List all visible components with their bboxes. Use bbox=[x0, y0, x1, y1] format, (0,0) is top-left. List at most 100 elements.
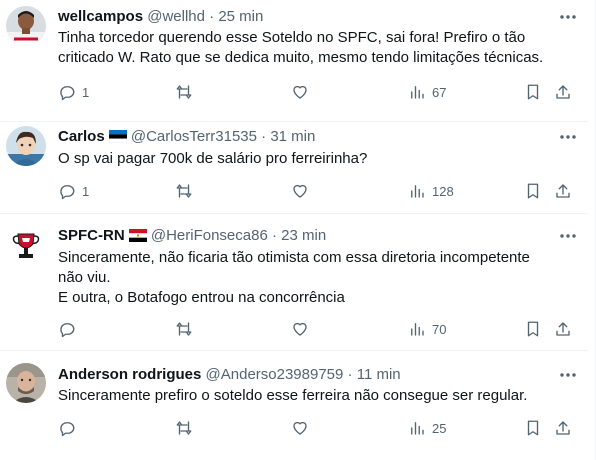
tweet-actions: 1 67 bbox=[58, 82, 578, 102]
separator-dot: · bbox=[271, 227, 277, 244]
timestamp[interactable]: 31 min bbox=[270, 128, 315, 145]
retweet-button[interactable] bbox=[175, 418, 193, 438]
tweet-header: Anderson rodrigues @Anderso23989759 · 11… bbox=[58, 365, 401, 385]
tweet-actions: 1 128 bbox=[58, 181, 578, 201]
reply-icon bbox=[60, 323, 75, 338]
bookmark-button[interactable] bbox=[524, 319, 542, 339]
tweet-text: Sinceramente, não ficaria tão otimista c… bbox=[58, 248, 573, 308]
more-icon[interactable] bbox=[558, 226, 578, 246]
separator-dot: · bbox=[347, 366, 353, 383]
views-button[interactable]: 67 bbox=[408, 82, 446, 102]
tweet-header: SPFC-RN @HeriFonseca86 · 23 min bbox=[58, 226, 326, 248]
display-name[interactable]: SPFC-RN bbox=[58, 227, 125, 244]
retweet-icon bbox=[176, 322, 192, 336]
views-icon bbox=[411, 86, 424, 99]
views-button[interactable]: 128 bbox=[408, 181, 454, 201]
separator-dot: · bbox=[261, 128, 267, 145]
share-button[interactable] bbox=[554, 418, 572, 438]
avatar[interactable] bbox=[6, 363, 46, 403]
tweet-text-line: criticado W. Rato que se dedica muito, m… bbox=[58, 49, 544, 66]
tweet-text: O sp vai pagar 700k de salário pro ferre… bbox=[58, 149, 573, 169]
replies-feed: wellcampos @wellhd · 25 min Tinha torced… bbox=[0, 0, 596, 460]
bookmark-button[interactable] bbox=[524, 181, 542, 201]
bookmark-button[interactable] bbox=[524, 418, 542, 438]
tweet-text: Tinha torcedor querendo esse Soteldo no … bbox=[58, 28, 573, 68]
user-handle[interactable]: @HeriFonseca86 bbox=[151, 227, 268, 244]
like-button[interactable] bbox=[291, 181, 309, 201]
timestamp[interactable]: 11 min bbox=[357, 366, 401, 383]
like-icon bbox=[293, 85, 307, 99]
reply-count: 1 bbox=[82, 183, 90, 199]
tweet-text-line: E outra, o Botafogo entrou na concorrênc… bbox=[58, 289, 345, 306]
user-handle[interactable]: @Anderso23989759 bbox=[206, 366, 344, 383]
like-icon bbox=[293, 184, 307, 198]
user-handle[interactable]: @wellhd bbox=[147, 8, 205, 25]
views-count: 25 bbox=[432, 420, 447, 436]
user-handle[interactable]: @CarlosTerr31535 bbox=[131, 128, 257, 145]
views-button[interactable]: 25 bbox=[408, 418, 446, 438]
reply-icon bbox=[60, 86, 75, 101]
views-count: 128 bbox=[432, 183, 454, 199]
reply-icon bbox=[60, 185, 75, 200]
reply-button[interactable]: 1 bbox=[58, 82, 89, 102]
share-button[interactable] bbox=[554, 181, 572, 201]
display-name[interactable]: Carlos bbox=[58, 128, 105, 145]
like-icon bbox=[293, 322, 307, 336]
reply-button[interactable]: 1 bbox=[58, 181, 89, 201]
timestamp[interactable]: 25 min bbox=[218, 8, 263, 25]
tweet[interactable]: wellcampos @wellhd · 25 min Tinha torced… bbox=[0, 0, 588, 122]
retweet-button[interactable] bbox=[175, 82, 193, 102]
tweet-actions: 70 bbox=[58, 319, 578, 339]
separator-dot: · bbox=[209, 8, 215, 25]
avatar[interactable] bbox=[6, 6, 46, 46]
tweet-text: Sinceramente prefiro o soteldo esse ferr… bbox=[58, 386, 573, 406]
tweet[interactable]: Anderson rodrigues @Anderso23989759 · 11… bbox=[0, 351, 588, 460]
more-icon[interactable] bbox=[558, 127, 578, 147]
retweet-icon bbox=[176, 421, 192, 435]
like-button[interactable] bbox=[291, 319, 309, 339]
views-button[interactable]: 70 bbox=[408, 319, 446, 339]
avatar[interactable] bbox=[6, 226, 46, 266]
tweet-text-line: Sinceramente prefiro o soteldo esse ferr… bbox=[58, 387, 528, 404]
bookmark-button[interactable] bbox=[524, 82, 542, 102]
views-count: 67 bbox=[432, 84, 447, 100]
tweet-text-line: O sp vai pagar 700k de salário pro ferre… bbox=[58, 150, 368, 167]
share-icon bbox=[556, 421, 570, 435]
reply-icon bbox=[60, 422, 75, 437]
egypt-flag-icon bbox=[128, 228, 147, 248]
like-button[interactable] bbox=[291, 418, 309, 438]
views-icon bbox=[411, 422, 424, 435]
tweet[interactable]: SPFC-RN @HeriFonseca86 · 23 min Sinceram… bbox=[0, 214, 588, 351]
more-icon[interactable] bbox=[558, 365, 578, 385]
display-name[interactable]: wellcampos bbox=[58, 8, 143, 25]
share-button[interactable] bbox=[554, 319, 572, 339]
reply-count: 1 bbox=[82, 84, 90, 100]
retweet-icon bbox=[176, 184, 192, 198]
reply-button[interactable] bbox=[58, 319, 76, 339]
more-icon[interactable] bbox=[558, 7, 578, 27]
views-icon bbox=[411, 323, 424, 336]
retweet-button[interactable] bbox=[175, 319, 193, 339]
retweet-button[interactable] bbox=[175, 181, 193, 201]
avatar[interactable] bbox=[6, 126, 46, 166]
bookmark-icon bbox=[527, 321, 539, 337]
tweet-text-line: Sinceramente, não ficaria tão otimista c… bbox=[58, 249, 530, 266]
tweet-header: wellcampos @wellhd · 25 min bbox=[58, 7, 263, 27]
tweet-text-line: não viu. bbox=[58, 269, 111, 286]
tweet-text-line: Tinha torcedor querendo esse Soteldo no … bbox=[58, 29, 526, 46]
views-count: 70 bbox=[432, 321, 447, 337]
share-icon bbox=[556, 85, 570, 99]
like-button[interactable] bbox=[291, 82, 309, 102]
tweet-header: Carlos @CarlosTerr31535 · 31 min bbox=[58, 127, 315, 149]
timestamp[interactable]: 23 min bbox=[281, 227, 326, 244]
share-button[interactable] bbox=[554, 82, 572, 102]
views-icon bbox=[411, 185, 424, 198]
share-icon bbox=[556, 322, 570, 336]
retweet-icon bbox=[176, 85, 192, 99]
tweet[interactable]: Carlos @CarlosTerr31535 · 31 min O sp va… bbox=[0, 122, 588, 214]
display-name[interactable]: Anderson rodrigues bbox=[58, 366, 201, 383]
bookmark-icon bbox=[527, 420, 539, 436]
like-icon bbox=[293, 421, 307, 435]
reply-button[interactable] bbox=[58, 418, 76, 438]
bookmark-icon bbox=[527, 183, 539, 199]
